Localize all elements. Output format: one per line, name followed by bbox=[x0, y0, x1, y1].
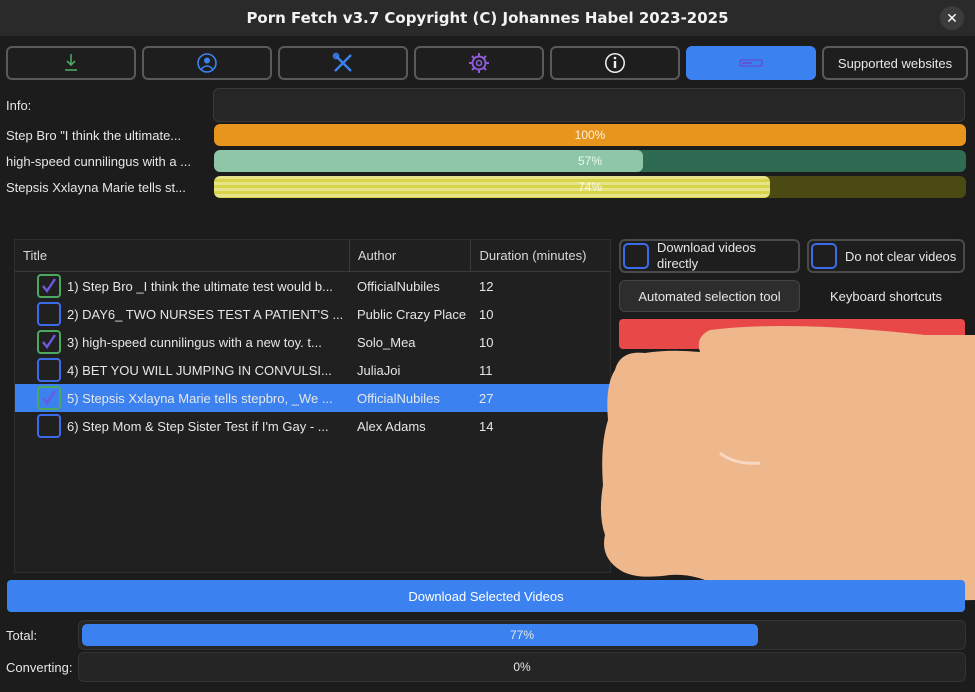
download-label-2: high-speed cunnilingus with a ... bbox=[6, 153, 192, 169]
row-checkbox[interactable] bbox=[37, 274, 61, 298]
table-row[interactable]: 4) BET YOU WILL JUMPING IN CONVULSI... Ju… bbox=[15, 356, 610, 384]
gear-icon bbox=[469, 53, 489, 73]
cell-author: OfficialNubiles bbox=[357, 390, 440, 406]
checkmark-icon bbox=[42, 390, 56, 406]
cell-duration: 27 bbox=[479, 390, 494, 406]
row-checkbox[interactable] bbox=[37, 414, 61, 438]
video-table[interactable]: Title Author Duration (minutes) 1) Step … bbox=[14, 239, 611, 573]
table-row[interactable]: 5) Stepsis Xxlayna Marie tells stepbro, … bbox=[15, 384, 610, 412]
download-progress-panel: Info: Step Bro "I think the ultimate... … bbox=[6, 88, 969, 228]
keyboard-shortcuts-button[interactable]: Keyboard shortcuts bbox=[807, 280, 965, 312]
total-percent: 77% bbox=[509, 628, 535, 642]
converting-label: Converting: bbox=[6, 659, 73, 675]
cell-duration: 10 bbox=[479, 334, 494, 350]
checkbox-box bbox=[811, 243, 837, 269]
cell-title: 1) Step Bro _I think the ultimate test w… bbox=[67, 278, 333, 294]
column-header-title[interactable]: Title bbox=[15, 240, 350, 271]
progress-text: 74% bbox=[577, 180, 603, 194]
table-row[interactable]: 6) Step Mom & Step Sister Test if I'm Ga… bbox=[15, 412, 610, 440]
progress-text: 57% bbox=[577, 154, 603, 168]
row-checkbox[interactable] bbox=[37, 330, 61, 354]
table-row[interactable]: 3) high-speed cunnilingus with a new toy… bbox=[15, 328, 610, 356]
tab-account[interactable] bbox=[142, 46, 272, 80]
column-header-author[interactable]: Author bbox=[350, 240, 472, 271]
table-body: 1) Step Bro _I think the ultimate test w… bbox=[15, 272, 610, 440]
info-box bbox=[213, 88, 965, 122]
download-icon bbox=[65, 54, 77, 71]
download-progress-bar-3: 74% bbox=[214, 176, 966, 198]
cell-title: 5) Stepsis Xxlayna Marie tells stepbro, … bbox=[67, 390, 333, 406]
censor-overlay bbox=[600, 326, 975, 604]
tab-bar: Supported websites bbox=[6, 46, 968, 80]
download-progress-bar-2: 57% bbox=[214, 150, 966, 172]
row-checkbox[interactable] bbox=[37, 302, 61, 326]
total-label: Total: bbox=[6, 627, 38, 643]
cell-author: JuliaJoi bbox=[357, 362, 401, 378]
cell-author: Solo_Mea bbox=[357, 334, 416, 350]
checkmark-icon bbox=[42, 334, 56, 350]
close-icon: ✕ bbox=[946, 9, 958, 26]
info-label: Info: bbox=[6, 97, 32, 113]
close-button[interactable]: ✕ bbox=[940, 6, 964, 30]
tab-progress[interactable] bbox=[686, 46, 816, 80]
cell-title: 3) high-speed cunnilingus with a new toy… bbox=[67, 334, 322, 350]
download-progress-bar-1: 100% bbox=[214, 124, 966, 146]
tab-settings[interactable] bbox=[414, 46, 544, 80]
table-row[interactable]: 1) Step Bro _I think the ultimate test w… bbox=[15, 272, 610, 300]
table-row[interactable]: 2) DAY6_ TWO NURSES TEST A PATIENT'S ...… bbox=[15, 300, 610, 328]
info-icon bbox=[605, 53, 625, 73]
window-title: Porn Fetch v3.7 Copyright (C) Johannes H… bbox=[246, 9, 729, 27]
do-not-clear-label: Do not clear videos bbox=[845, 248, 957, 264]
cell-title: 6) Step Mom & Step Sister Test if I'm Ga… bbox=[67, 418, 329, 434]
cell-author: Public Crazy Place bbox=[357, 306, 467, 322]
cell-duration: 11 bbox=[479, 362, 493, 378]
cell-author: OfficialNubiles bbox=[357, 278, 440, 294]
cell-duration: 10 bbox=[479, 306, 494, 322]
progress-icon bbox=[739, 59, 763, 67]
cell-title: 2) DAY6_ TWO NURSES TEST A PATIENT'S ... bbox=[67, 306, 344, 322]
checkbox-box bbox=[623, 243, 649, 269]
cell-title: 4) BET YOU WILL JUMPING IN CONVULSI... bbox=[67, 362, 332, 378]
table-header: Title Author Duration (minutes) bbox=[15, 240, 610, 272]
cell-author: Alex Adams bbox=[357, 418, 426, 434]
converting-progress-bar: 0% bbox=[78, 652, 966, 682]
download-directly-label: Download videos directly bbox=[657, 240, 757, 271]
checkmark-icon bbox=[42, 278, 56, 294]
title-bar: Porn Fetch v3.7 Copyright (C) Johannes H… bbox=[0, 0, 975, 36]
tools-icon bbox=[332, 52, 352, 72]
tab-tools[interactable] bbox=[278, 46, 408, 80]
cell-duration: 12 bbox=[479, 278, 494, 294]
download-selected-button[interactable]: Download Selected Videos bbox=[7, 580, 965, 612]
tab-info[interactable] bbox=[550, 46, 680, 80]
total-progress-bar: 77% bbox=[78, 620, 966, 650]
column-header-duration[interactable]: Duration (minutes) bbox=[471, 240, 610, 271]
user-icon bbox=[197, 53, 217, 73]
converting-percent: 0% bbox=[513, 660, 531, 674]
row-checkbox[interactable] bbox=[37, 358, 61, 382]
progress-text: 100% bbox=[574, 128, 606, 142]
row-checkbox[interactable] bbox=[37, 386, 61, 410]
tab-download[interactable] bbox=[6, 46, 136, 80]
download-label-3: Stepsis Xxlayna Marie tells st... bbox=[6, 179, 186, 195]
do-not-clear-checkbox[interactable]: Do not clear videos bbox=[807, 239, 965, 273]
supported-websites-button[interactable]: Supported websites bbox=[822, 46, 968, 80]
automated-selection-button[interactable]: Automated selection tool bbox=[619, 280, 800, 312]
download-label-1: Step Bro "I think the ultimate... bbox=[6, 127, 182, 143]
download-directly-checkbox[interactable]: Download videos directly bbox=[619, 239, 800, 273]
cell-duration: 14 bbox=[479, 418, 494, 434]
